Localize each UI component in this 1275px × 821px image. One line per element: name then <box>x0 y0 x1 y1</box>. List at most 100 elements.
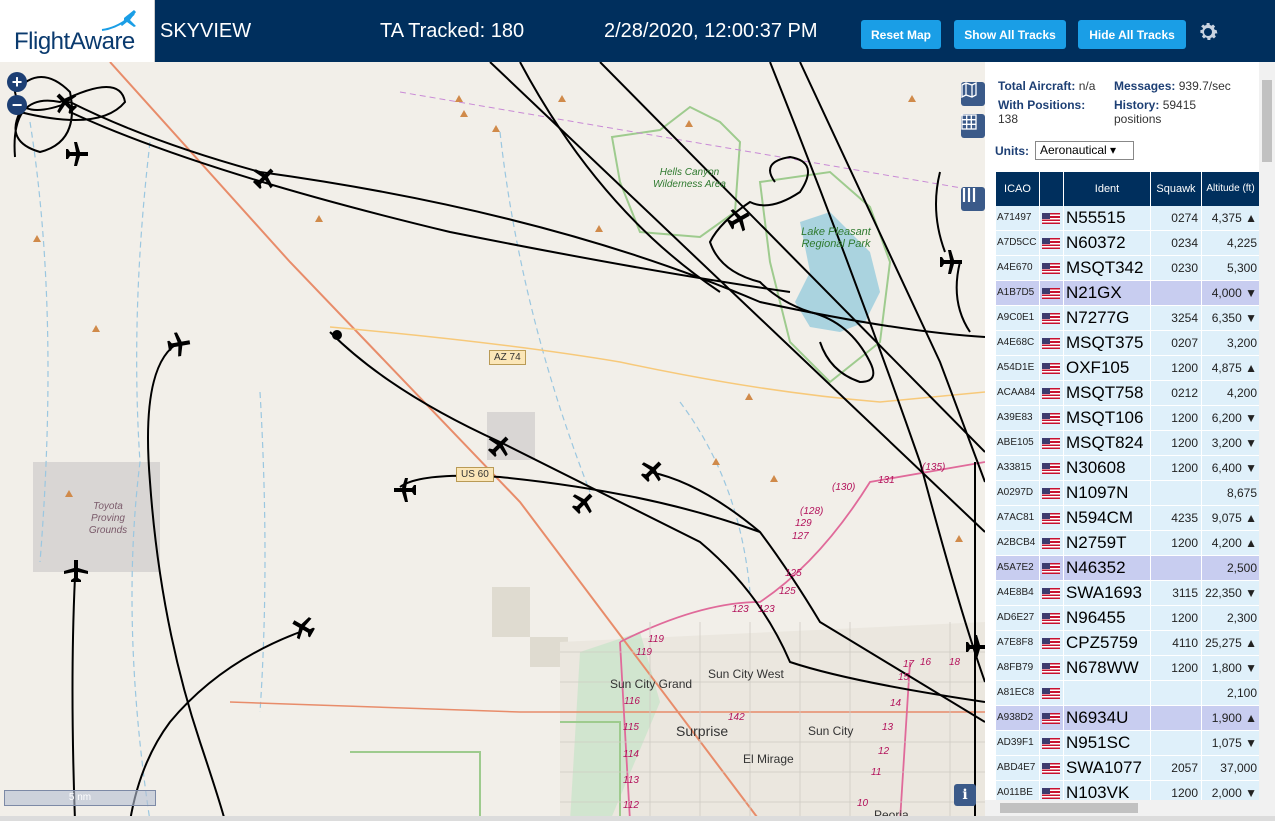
table-row[interactable]: A0297D N1097N 8,675 <box>996 481 1259 506</box>
aircraft-icons[interactable] <box>49 86 985 659</box>
table-row[interactable]: A4E68C MSQT375 0207 3,200 <box>996 331 1259 356</box>
table-row[interactable]: ABE105 MSQT824 1200 3,200 ▼ <box>996 431 1259 456</box>
flag-cell <box>1040 506 1064 530</box>
reset-map-button[interactable]: Reset Map <box>861 20 941 49</box>
flag-cell <box>1040 256 1064 280</box>
history-label: History: <box>1114 98 1160 112</box>
ident-cell: N6934U <box>1064 706 1151 730</box>
sun-city-label: Sun City <box>808 724 854 738</box>
squawk-cell: 1200 <box>1151 531 1202 555</box>
route-label: 142 <box>728 712 745 723</box>
vertical-scroll-thumb[interactable] <box>1262 80 1272 162</box>
zoom-out-icon[interactable]: − <box>7 95 27 115</box>
route-label: 16 <box>920 657 932 668</box>
flag-cell <box>1040 656 1064 680</box>
table-row[interactable]: ACAA84 MSQT758 0212 4,200 <box>996 381 1259 406</box>
route-label: 14 <box>890 698 902 709</box>
altitude-cell: 6,350 ▼ <box>1211 311 1257 325</box>
altitude-cell: 4,875 ▲ <box>1211 361 1257 375</box>
route-label: 112 <box>623 800 639 811</box>
table-row[interactable]: A7AC81 N594CM 4235 9,075 ▲ <box>996 506 1259 531</box>
ident-cell <box>1064 681 1151 705</box>
show-all-tracks-button[interactable]: Show All Tracks <box>954 20 1066 49</box>
map-canvas[interactable] <box>0 62 985 821</box>
flag-cell <box>1040 681 1064 705</box>
table-row[interactable]: A7E8F8 CPZ5759 4110 25,275 ▲ <box>996 631 1259 656</box>
table-row[interactable]: A8FB79 N678WW 1200 1,800 ▼ <box>996 656 1259 681</box>
flag-cell <box>1040 206 1064 230</box>
ident-cell: N60372 <box>1064 231 1151 255</box>
altitude-cell: 3,200 <box>1226 336 1257 350</box>
aircraft-table-header: ICAO Ident Squawk Altitude (ft) <box>996 172 1259 206</box>
units-label: Units: <box>995 144 1029 158</box>
squawk-cell: 0274 <box>1151 206 1202 230</box>
info-icon[interactable]: i <box>954 784 976 806</box>
table-row[interactable]: A54D1E OXF105 1200 4,875 ▲ <box>996 356 1259 381</box>
ident-cell: N1097N <box>1064 481 1151 505</box>
table-row[interactable]: A938D2 N6934U 1,900 ▲ <box>996 706 1259 731</box>
ident-cell: MSQT342 <box>1064 256 1151 280</box>
icao-header[interactable]: ICAO <box>996 172 1040 206</box>
map-layers-icon[interactable] <box>961 82 985 106</box>
squawk-cell: 4110 <box>1151 631 1202 655</box>
route-label: 10 <box>857 798 869 809</box>
us-flag-icon <box>1042 213 1060 224</box>
route-label: 113 <box>623 775 639 786</box>
vertical-scrollbar[interactable] <box>1259 62 1275 804</box>
flag-cell <box>1040 756 1064 780</box>
horizontal-scroll-thumb[interactable] <box>1000 803 1138 813</box>
altitude-cell: 3,200 ▼ <box>1211 436 1257 450</box>
table-row[interactable]: AD39F1 N951SC 1,075 ▼ <box>996 731 1259 756</box>
table-row[interactable]: A39E83 MSQT106 1200 6,200 ▼ <box>996 406 1259 431</box>
flag-cell <box>1040 581 1064 605</box>
us-flag-icon <box>1042 263 1060 274</box>
ident-cell: SWA1693 <box>1064 581 1151 605</box>
table-row[interactable]: A71497 N55515 0274 4,375 ▲ <box>996 206 1259 231</box>
table-row[interactable]: A4E8B4 SWA1693 3115 22,350 ▼ <box>996 581 1259 606</box>
table-row[interactable]: A1B7D5 N21GX 4,000 ▼ <box>996 281 1259 306</box>
squawk-header[interactable]: Squawk <box>1151 172 1202 206</box>
table-row[interactable]: ABD4E7 SWA1077 2057 37,000 <box>996 756 1259 781</box>
airport-marker[interactable] <box>332 330 342 340</box>
altitude-cell: 37,000 <box>1220 761 1257 775</box>
table-row[interactable]: A2BCB4 N2759T 1200 4,200 ▲ <box>996 531 1259 556</box>
altitude-header[interactable]: Altitude (ft) <box>1202 172 1259 206</box>
flag-cell <box>1040 331 1064 355</box>
grid-icon[interactable] <box>961 114 985 138</box>
flag-cell <box>1040 406 1064 430</box>
squawk-cell <box>1151 681 1202 705</box>
table-row[interactable]: AD6E27 N96455 1200 2,300 <box>996 606 1259 631</box>
route-label: 119 <box>636 647 652 658</box>
az74-label: AZ 74 <box>489 350 526 365</box>
table-row[interactable]: A7D5CC N60372 0234 4,225 <box>996 231 1259 256</box>
altitude-cell: 4,200 ▲ <box>1211 536 1257 550</box>
table-row[interactable]: A33815 N30608 1200 6,400 ▼ <box>996 456 1259 481</box>
route-label: 125 <box>785 568 802 579</box>
icao-cell: ABD4E7 <box>996 756 1040 780</box>
table-row[interactable]: A5A7E2 N46352 2,500 <box>996 556 1259 581</box>
flightaware-logo[interactable]: FlightAware <box>0 0 155 62</box>
columns-icon[interactable] <box>961 187 985 211</box>
hide-all-tracks-button[interactable]: Hide All Tracks <box>1078 20 1186 49</box>
flag-cell <box>1040 231 1064 255</box>
ident-header[interactable]: Ident <box>1064 172 1151 206</box>
brand-name: FlightAware <box>14 28 135 55</box>
altitude-cell: 4,200 <box>1226 386 1257 400</box>
us-flag-icon <box>1042 488 1060 499</box>
us-flag-icon <box>1042 313 1060 324</box>
altitude-cell: 2,300 <box>1226 611 1257 625</box>
altitude-cell: 6,400 ▼ <box>1211 461 1257 475</box>
gear-icon[interactable] <box>1196 20 1220 44</box>
table-row[interactable]: A81EC8 2,100 <box>996 681 1259 706</box>
flag-cell <box>1040 606 1064 630</box>
us-flag-icon <box>1042 663 1060 674</box>
units-select[interactable]: Aeronautical ▾ <box>1035 141 1134 160</box>
us-flag-icon <box>1042 338 1060 349</box>
ident-cell: MSQT106 <box>1064 406 1151 430</box>
flag-cell <box>1040 431 1064 455</box>
map-view[interactable]: AZ 74 US 60 Hells Canyon Wilderness Area… <box>0 62 985 821</box>
table-row[interactable]: A4E670 MSQT342 0230 5,300 <box>996 256 1259 281</box>
zoom-in-icon[interactable]: + <box>7 72 27 92</box>
table-row[interactable]: A9C0E1 N7277G 3254 6,350 ▼ <box>996 306 1259 331</box>
ident-cell: N7277G <box>1064 306 1151 330</box>
